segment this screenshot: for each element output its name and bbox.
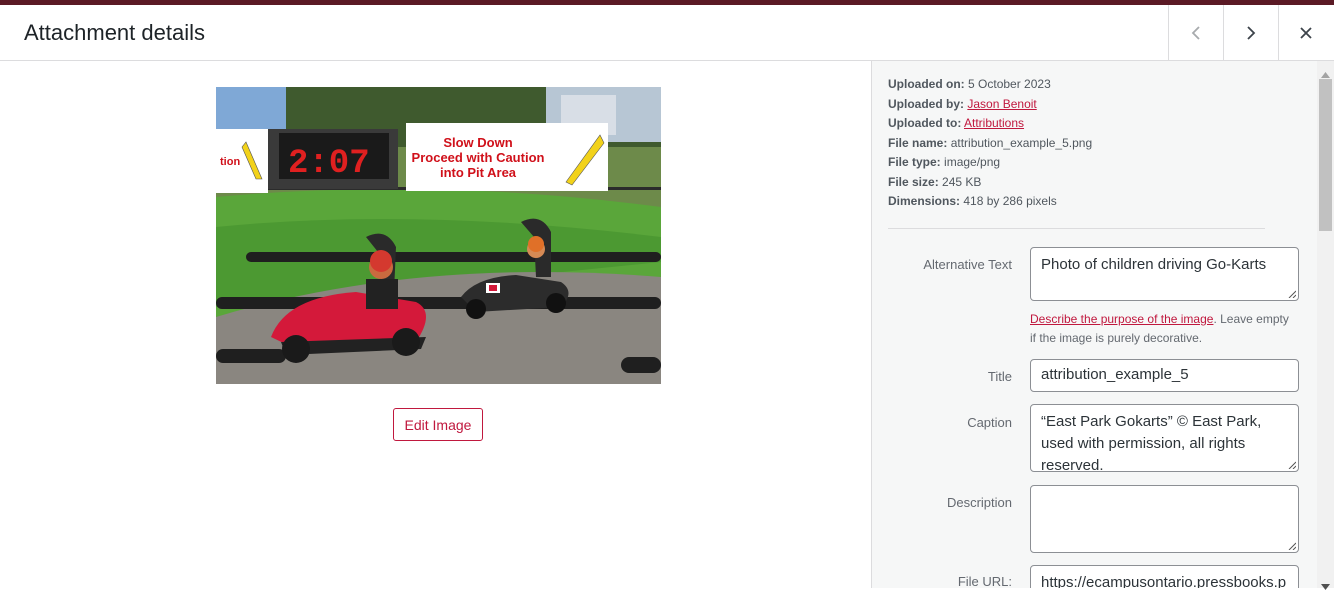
uploaded-to-row: Uploaded to: Attributions [888, 114, 1092, 134]
attachment-image: tion 2:07 Slow Down Proceed with Caution… [216, 87, 661, 384]
caption-text: “East Park Gokarts” © East Park, used wi… [1041, 413, 1262, 472]
svg-text:into Pit Area: into Pit Area [440, 165, 517, 180]
caption-label: Caption [967, 415, 1012, 430]
modal-title: Attachment details [24, 20, 205, 45]
edit-image-button[interactable]: Edit Image [393, 408, 483, 441]
divider [888, 228, 1265, 229]
svg-text:Slow Down: Slow Down [443, 135, 512, 150]
uploaded-on-row: Uploaded on: 5 October 2023 [888, 75, 1092, 95]
scroll-down-icon[interactable] [1321, 577, 1330, 595]
uploaded-by-row: Uploaded by: Jason Benoit [888, 95, 1092, 115]
dimensions-label: Dimensions: [888, 194, 961, 208]
svg-text:Proceed with Caution: Proceed with Caution [412, 150, 545, 165]
file-type-label: File type: [888, 155, 941, 169]
description-field[interactable] [1030, 485, 1299, 553]
resize-handle-icon[interactable] [1288, 542, 1296, 550]
title-field[interactable]: attribution_example_5 [1030, 359, 1299, 392]
file-url-field[interactable]: https://ecampusontario.pressbooks.p [1030, 565, 1299, 588]
file-name-row: File name: attribution_example_5.png [888, 134, 1092, 154]
title-label: Title [987, 369, 1012, 384]
file-details: Uploaded on: 5 October 2023 Uploaded by:… [888, 75, 1092, 212]
close-button[interactable] [1278, 5, 1333, 60]
next-button[interactable] [1223, 5, 1278, 60]
uploaded-to-label: Uploaded to: [888, 116, 962, 130]
svg-text:tion: tion [220, 156, 240, 168]
dimensions-value: 418 by 286 pixels [963, 194, 1057, 208]
attachment-media-view: tion 2:07 Slow Down Proceed with Caution… [0, 61, 871, 588]
file-type-value: image/png [944, 155, 1001, 169]
chevron-left-icon [1190, 25, 1202, 41]
attachment-info-panel: Uploaded on: 5 October 2023 Uploaded by:… [871, 61, 1317, 588]
uploaded-on-label: Uploaded on: [888, 77, 965, 91]
resize-handle-icon[interactable] [1288, 290, 1296, 298]
uploaded-on-value: 5 October 2023 [968, 77, 1051, 91]
file-name-value: attribution_example_5.png [950, 135, 1093, 150]
modal-header: Attachment details [0, 5, 1334, 61]
uploaded-by-label: Uploaded by: [888, 96, 965, 111]
file-name-label: File name: [888, 135, 948, 150]
alt-text-help: Describe the purpose of the image. Leave… [1030, 310, 1290, 348]
dimensions-row: Dimensions: 418 by 286 pixels [888, 192, 1092, 212]
scrollbar[interactable] [1317, 61, 1334, 590]
previous-button[interactable] [1168, 5, 1223, 60]
file-size-row: File size: 245 KB [888, 173, 1092, 193]
alt-text-label: Alternative Text [923, 257, 1012, 272]
resize-handle-icon[interactable] [1288, 461, 1296, 469]
uploaded-by-link[interactable]: Jason Benoit [967, 97, 1036, 111]
description-label: Description [946, 495, 1012, 510]
caption-field[interactable]: “East Park Gokarts” © East Park, used wi… [1030, 404, 1299, 472]
timer-display: 2:07 [288, 145, 370, 183]
file-url-label: File URL: [957, 574, 1012, 588]
alt-text-field[interactable]: Photo of children driving Go-Karts [1030, 247, 1299, 301]
scrollbar-thumb[interactable] [1319, 79, 1332, 231]
close-icon [1299, 26, 1313, 40]
file-size-value: 245 KB [942, 174, 982, 189]
uploaded-to-link[interactable]: Attributions [964, 116, 1024, 130]
alt-text-help-link[interactable]: Describe the purpose of the image [1030, 312, 1213, 326]
chevron-right-icon [1245, 25, 1257, 41]
file-size-label: File size: [888, 174, 939, 189]
file-type-row: File type: image/png [888, 153, 1092, 173]
